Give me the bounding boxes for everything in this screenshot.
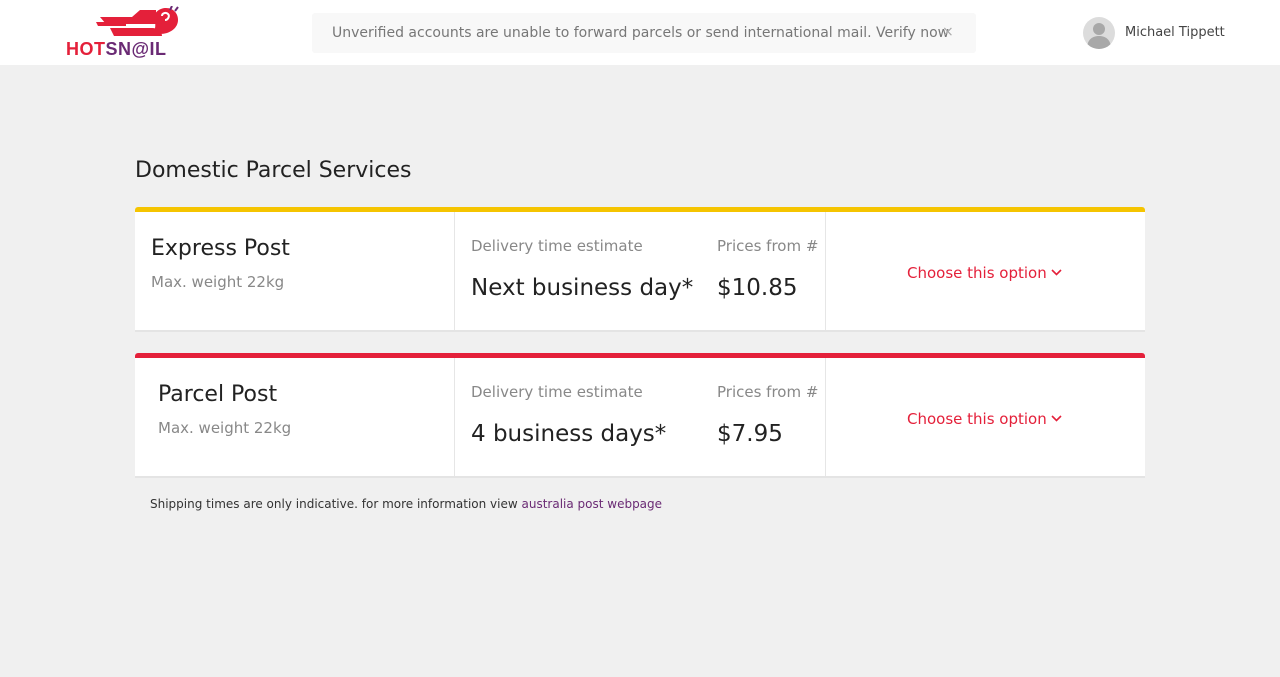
- service-card-express: Express Post Max. weight 22kg Delivery t…: [135, 207, 1145, 332]
- snail-logo-icon: [96, 6, 179, 36]
- service-name: Parcel Post: [158, 382, 278, 407]
- service-info: Parcel Post Max. weight 22kg: [135, 358, 455, 476]
- price-label: Prices from #: [717, 383, 819, 401]
- page-title: Domestic Parcel Services: [135, 158, 412, 183]
- choose-option-label: Choose this option: [907, 264, 1047, 282]
- service-name: Express Post: [151, 236, 290, 261]
- price-value: $7.95: [717, 421, 783, 447]
- price-value: $10.85: [717, 275, 798, 301]
- delivery-time-label: Delivery time estimate: [471, 383, 643, 401]
- service-action: Choose this option: [826, 212, 1145, 330]
- service-action: Choose this option: [826, 358, 1145, 476]
- logo-wordmark: HOTSN@IL: [66, 39, 167, 59]
- choose-option-button[interactable]: Choose this option: [907, 410, 1062, 428]
- choose-option-button[interactable]: Choose this option: [907, 264, 1062, 282]
- chevron-down-icon: [1051, 415, 1062, 422]
- chevron-down-icon: [1051, 269, 1062, 276]
- service-info: Express Post Max. weight 22kg: [135, 212, 455, 330]
- service-details: Delivery time estimate Next business day…: [455, 212, 826, 330]
- shipping-footnote: Shipping times are only indicative. for …: [150, 497, 662, 511]
- delivery-time-label: Delivery time estimate: [471, 237, 643, 255]
- notice-text[interactable]: Unverified accounts are unable to forwar…: [332, 25, 949, 41]
- close-icon[interactable]: ×: [942, 24, 954, 40]
- australia-post-link[interactable]: australia post webpage: [521, 497, 662, 511]
- delivery-time-value: 4 business days*: [471, 421, 667, 447]
- delivery-time-value: Next business day*: [471, 275, 694, 301]
- service-card-parcel: Parcel Post Max. weight 22kg Delivery ti…: [135, 353, 1145, 478]
- service-details: Delivery time estimate 4 business days* …: [455, 358, 826, 476]
- user-name: Michael Tippett: [1125, 25, 1225, 40]
- verification-notice: Unverified accounts are unable to forwar…: [312, 13, 976, 53]
- footnote-text: Shipping times are only indicative. for …: [150, 497, 522, 511]
- hotsnail-logo[interactable]: HOTSN@IL: [66, 6, 186, 60]
- choose-option-label: Choose this option: [907, 410, 1047, 428]
- user-avatar-icon: [1083, 17, 1115, 49]
- price-label: Prices from #: [717, 237, 819, 255]
- top-bar: HOTSN@IL Unverified accounts are unable …: [0, 0, 1280, 65]
- service-weight: Max. weight 22kg: [151, 273, 285, 291]
- service-weight: Max. weight 22kg: [158, 419, 292, 437]
